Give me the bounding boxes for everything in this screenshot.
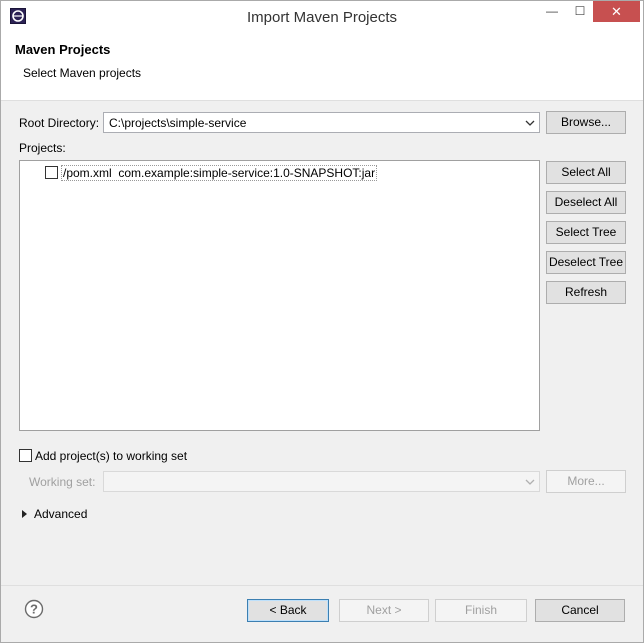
back-button[interactable]: < Back <box>247 599 329 622</box>
project-checkbox[interactable] <box>45 166 58 179</box>
deselect-all-button[interactable]: Deselect All <box>546 191 626 214</box>
projects-label: Projects: <box>19 141 66 155</box>
working-set-label: Working set: <box>29 475 96 489</box>
select-all-button[interactable]: Select All <box>546 161 626 184</box>
advanced-section-label[interactable]: Advanced <box>34 507 87 521</box>
page-description: Select Maven projects <box>23 66 142 80</box>
close-button[interactable]: ✕ <box>593 1 640 22</box>
add-to-working-set-checkbox[interactable] <box>19 449 32 462</box>
project-artifact: com.example:simple-service:1.0-SNAPSHOT:… <box>118 166 376 180</box>
browse-button[interactable]: Browse... <box>546 111 626 134</box>
project-pom-path: /pom.xml <box>63 166 112 180</box>
wizard-header: Maven Projects Select Maven projects <box>1 32 643 101</box>
help-icon[interactable]: ? <box>24 599 44 619</box>
select-tree-button[interactable]: Select Tree <box>546 221 626 244</box>
deselect-tree-button[interactable]: Deselect Tree <box>546 251 626 274</box>
expand-triangle-icon[interactable] <box>21 509 29 519</box>
minimize-button[interactable]: — <box>537 1 567 22</box>
more-button[interactable]: More... <box>546 470 626 493</box>
root-directory-value: C:\projects\simple-service <box>109 116 247 130</box>
chevron-down-icon[interactable] <box>523 113 537 132</box>
next-button[interactable]: Next > <box>339 599 429 622</box>
cancel-button[interactable]: Cancel <box>535 599 625 622</box>
import-maven-projects-dialog: Import Maven Projects — ☐ ✕ Maven Projec… <box>0 0 644 643</box>
chevron-down-icon[interactable] <box>523 472 537 491</box>
finish-button[interactable]: Finish <box>435 599 527 622</box>
title-bar[interactable]: Import Maven Projects — ☐ ✕ <box>1 1 643 32</box>
project-row[interactable]: /pom.xml com.example:simple-service:1.0-… <box>61 165 378 181</box>
root-directory-label: Root Directory: <box>19 116 100 130</box>
projects-tree[interactable]: /pom.xml com.example:simple-service:1.0-… <box>19 160 540 431</box>
footer-divider <box>1 585 643 586</box>
add-to-working-set-label[interactable]: Add project(s) to working set <box>35 449 187 463</box>
refresh-button[interactable]: Refresh <box>546 281 626 304</box>
page-title: Maven Projects <box>15 42 111 57</box>
working-set-combo[interactable] <box>103 471 540 492</box>
maximize-button[interactable]: ☐ <box>567 1 593 22</box>
svg-text:?: ? <box>30 602 38 617</box>
root-directory-combo[interactable]: C:\projects\simple-service <box>103 112 540 133</box>
